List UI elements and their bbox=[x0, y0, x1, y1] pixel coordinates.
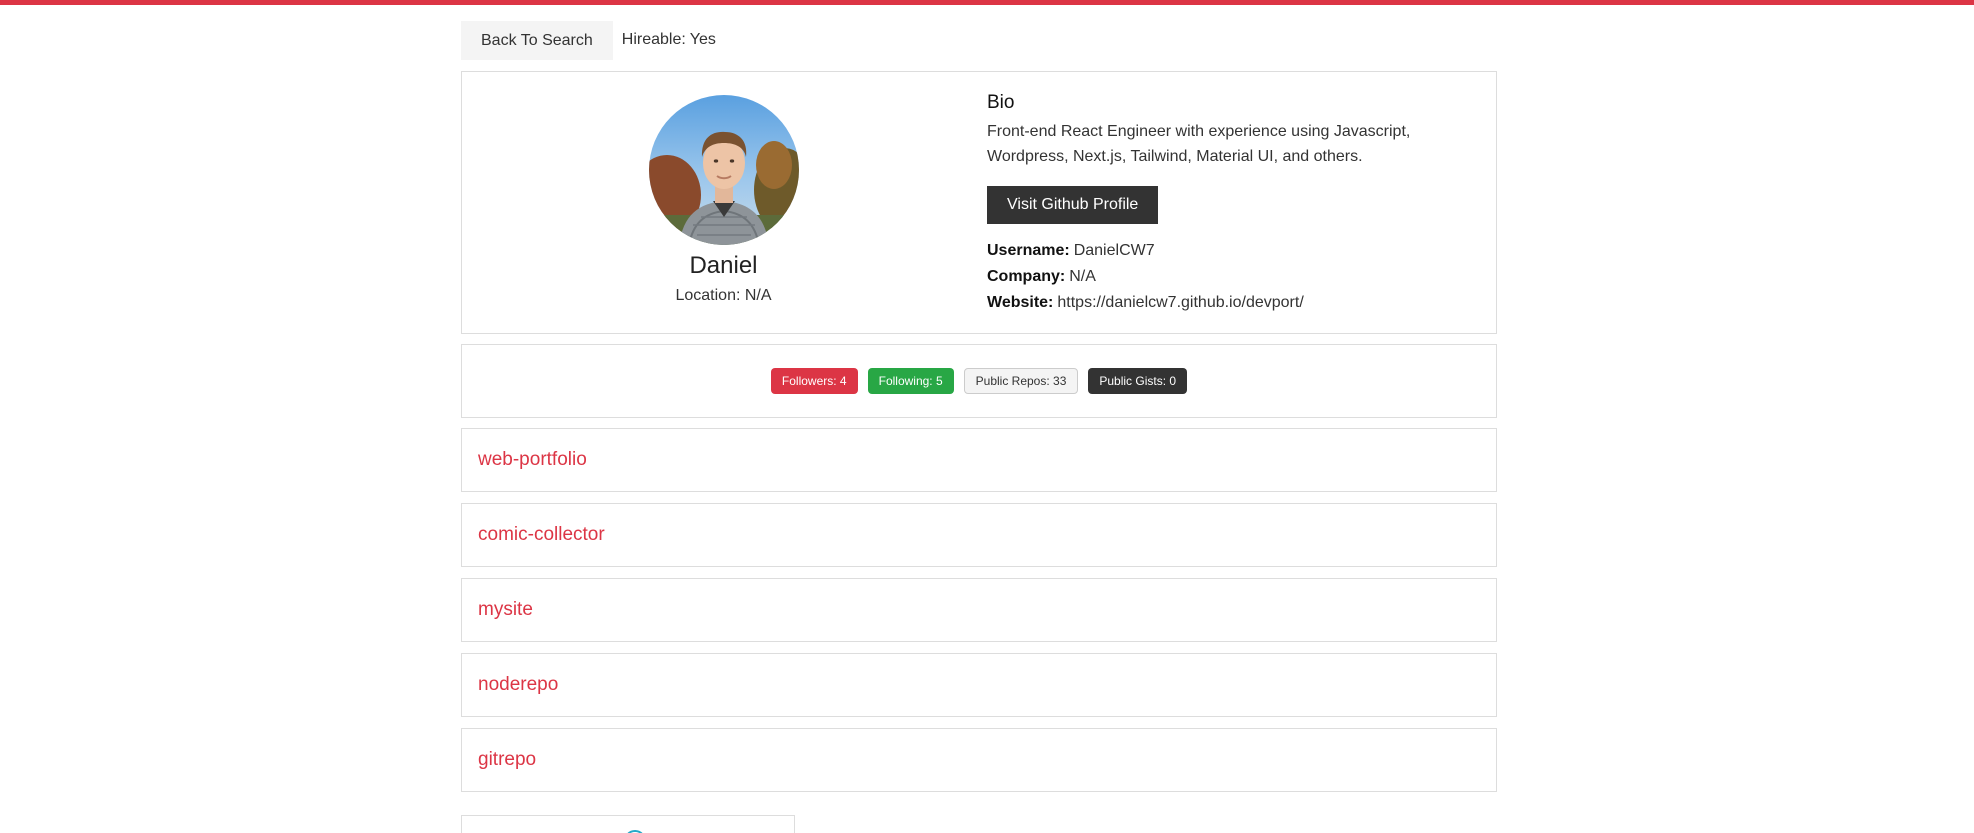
repo-link[interactable]: web-portfolio bbox=[478, 449, 587, 471]
repo-link[interactable]: mysite bbox=[478, 599, 533, 621]
public-repos-badge: Public Repos: 33 bbox=[963, 368, 1079, 394]
repo-link[interactable]: comic-collector bbox=[478, 524, 605, 546]
back-to-search-button[interactable]: Back To Search bbox=[461, 21, 613, 60]
avatar bbox=[649, 95, 799, 245]
repo-item: mysite bbox=[461, 578, 1497, 642]
profile-identity: Daniel Location: N/A bbox=[462, 72, 985, 333]
username-label: Username: bbox=[987, 242, 1070, 259]
repo-link[interactable]: noderepo bbox=[478, 674, 558, 696]
website-value: https://danielcw7.github.io/devport/ bbox=[1057, 294, 1304, 311]
following-badge: Following: 5 bbox=[867, 368, 954, 394]
hireable-label: Hireable: bbox=[621, 30, 686, 48]
hireable-value: Yes bbox=[689, 30, 716, 48]
public-gists-badge: Public Gists: 0 bbox=[1088, 368, 1188, 394]
repo-item: gitrepo bbox=[461, 728, 1497, 792]
website-label: Website: bbox=[987, 294, 1054, 311]
profile-name: Daniel bbox=[689, 252, 758, 279]
top-toolbar: Back To Search Hireable: Yes bbox=[461, 21, 716, 60]
repo-item: comic-collector bbox=[461, 503, 1497, 567]
repo-item: noderepo bbox=[461, 653, 1497, 717]
profile-card: Daniel Location: N/A Bio Front-end React… bbox=[461, 71, 1497, 334]
partial-footer-card bbox=[461, 815, 795, 833]
hireable-status: Hireable: Yes bbox=[622, 31, 716, 49]
profile-location: Location: N/A bbox=[675, 287, 772, 304]
website-row: Website: https://danielcw7.github.io/devp… bbox=[987, 294, 1304, 312]
company-row: Company: N/A bbox=[987, 268, 1096, 286]
bio-heading: Bio bbox=[987, 92, 1015, 113]
company-value: N/A bbox=[1069, 268, 1096, 285]
avatar-photo-icon bbox=[649, 95, 799, 245]
followers-badge: Followers: 4 bbox=[770, 368, 858, 394]
username-value: DanielCW7 bbox=[1073, 242, 1155, 259]
profile-details: Bio Front-end React Engineer with experi… bbox=[987, 72, 1487, 333]
bio-text: Front-end React Engineer with experience… bbox=[987, 123, 1411, 165]
stats-card: Followers: 4 Following: 5 Public Repos: … bbox=[461, 344, 1497, 418]
repo-item: web-portfolio bbox=[461, 428, 1497, 492]
company-label: Company: bbox=[987, 268, 1066, 285]
visit-github-profile-button[interactable]: Visit Github Profile bbox=[987, 186, 1159, 224]
username-row: Username: DanielCW7 bbox=[987, 242, 1155, 260]
top-accent-bar bbox=[0, 0, 1974, 5]
repo-link[interactable]: gitrepo bbox=[478, 749, 536, 771]
